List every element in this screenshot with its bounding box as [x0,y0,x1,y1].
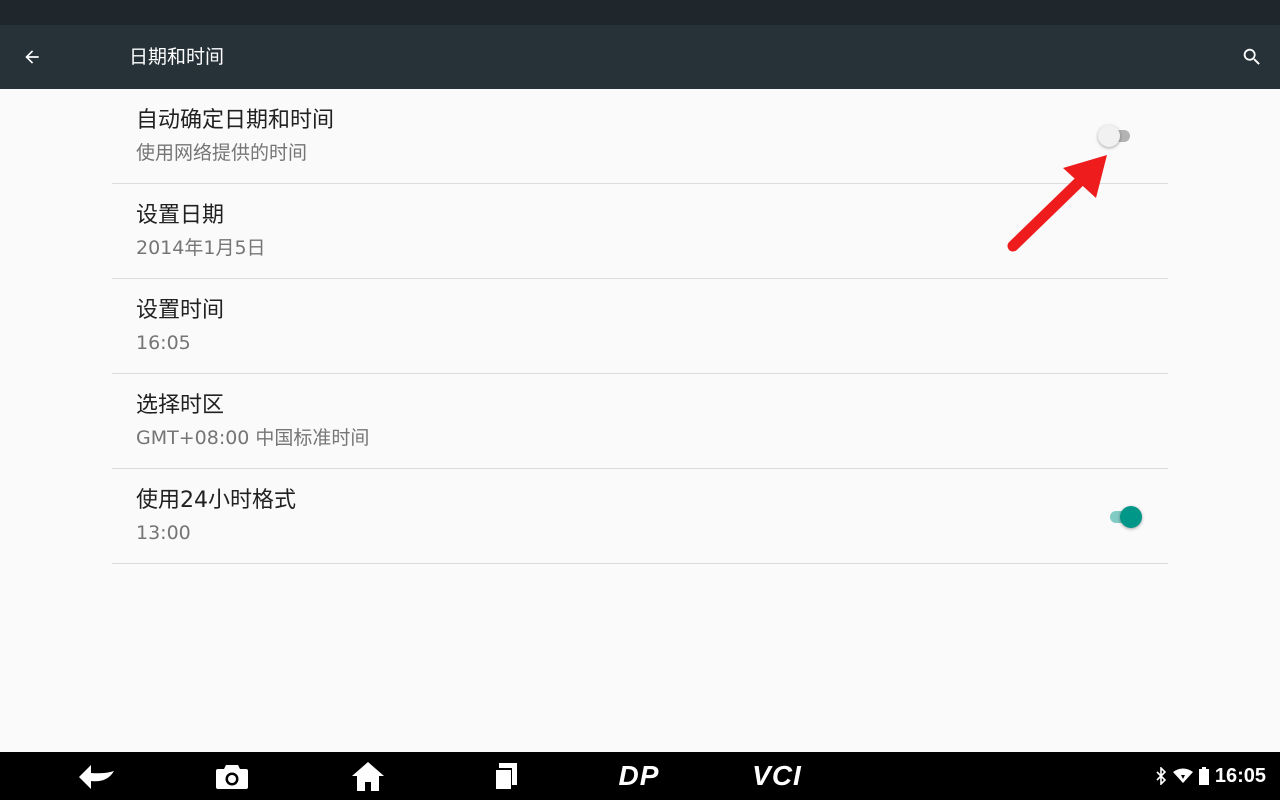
setting-title: 设置时间 [136,298,225,323]
setting-summary: 13:00 [136,522,191,544]
24-hour-switch[interactable] [1106,506,1142,528]
navigation-bar: DP VCI 16:05 [0,752,1280,800]
setting-summary: 使用网络提供的时间 [136,142,308,164]
status-bar-top [0,0,1280,25]
setting-timezone[interactable]: 选择时区 GMT+08:00 中国标准时间 [112,374,1168,469]
setting-set-date[interactable]: 设置日期 2014年1月5日 [112,184,1168,279]
switch-thumb [1098,125,1120,147]
nav-back-button[interactable] [72,752,122,800]
setting-24-hour[interactable]: 使用24小时格式 13:00 [112,469,1168,564]
setting-set-time[interactable]: 设置时间 16:05 [112,279,1168,374]
setting-summary: 16:05 [136,332,191,354]
back-icon [79,765,114,789]
dp-logo: DP [618,760,660,791]
setting-title: 选择时区 [136,393,225,418]
app-bar: 日期和时间 [0,25,1280,89]
switch-thumb [1120,506,1142,528]
bluetooth-icon [1156,767,1166,785]
nav-vci-button[interactable]: VCI [742,752,812,800]
setting-summary: 2014年1月5日 [136,237,266,259]
settings-content: 自动确定日期和时间 使用网络提供的时间 设置日期 2014年1月5日 设置时间 … [0,89,1280,752]
arrow-left-icon [25,50,39,64]
page-title: 日期和时间 [129,46,225,68]
setting-title: 使用24小时格式 [136,488,296,513]
home-icon [352,762,384,791]
nav-camera-button[interactable] [210,752,254,800]
search-icon [1243,48,1260,65]
setting-auto-datetime[interactable]: 自动确定日期和时间 使用网络提供的时间 [112,89,1168,184]
nav-recents-button[interactable] [484,752,528,800]
system-status: 16:05 [1155,752,1266,800]
battery-icon [1198,767,1209,785]
setting-title: 自动确定日期和时间 [136,108,335,133]
auto-datetime-switch[interactable] [1098,125,1134,147]
search-button[interactable] [1236,41,1268,73]
nav-home-button[interactable] [346,752,390,800]
setting-summary: GMT+08:00 中国标准时间 [136,427,370,449]
vci-logo: VCI [752,760,802,791]
status-clock: 16:05 [1214,764,1266,787]
nav-dp-button[interactable]: DP [608,752,670,800]
settings-list: 自动确定日期和时间 使用网络提供的时间 设置日期 2014年1月5日 设置时间 … [112,89,1168,564]
camera-icon [216,765,248,789]
wifi-icon [1172,768,1193,783]
setting-title: 设置日期 [136,203,225,228]
recents-icon [494,763,517,790]
back-button[interactable] [16,41,48,73]
